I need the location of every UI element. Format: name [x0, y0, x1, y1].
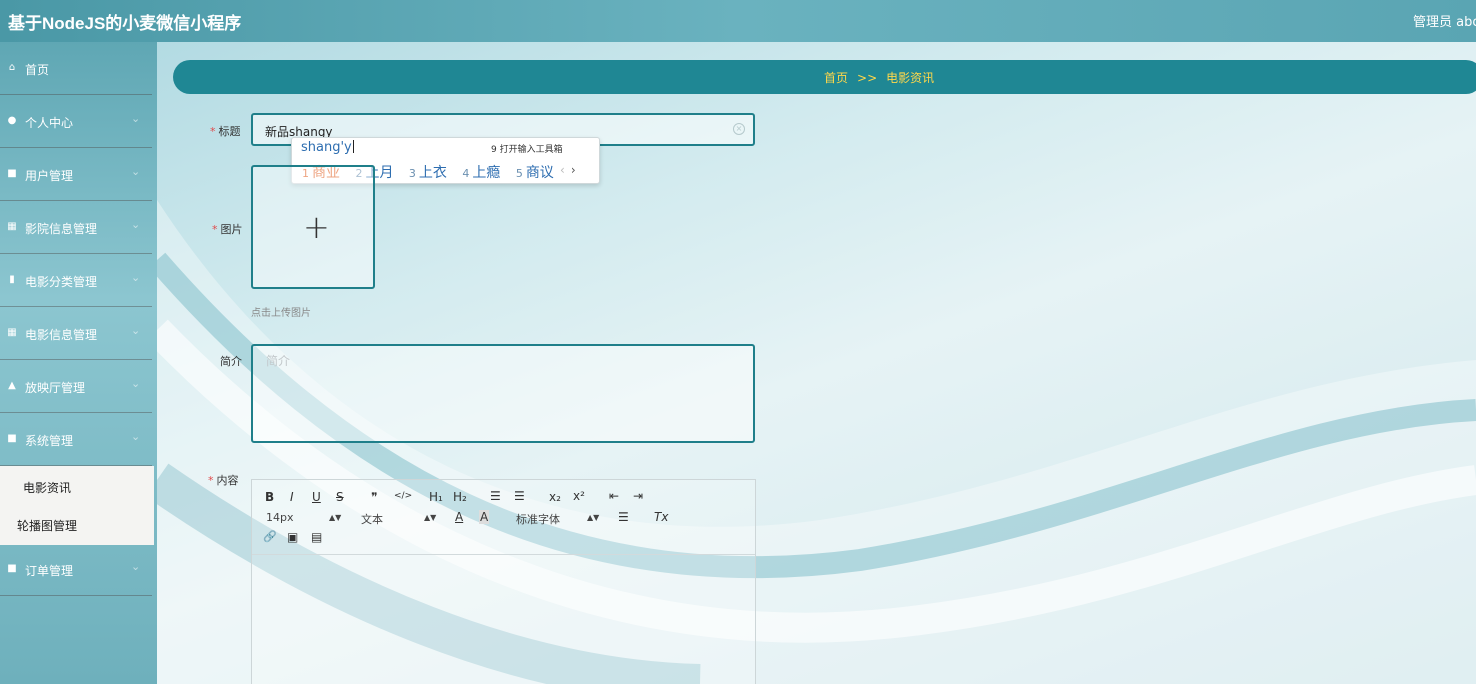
rich-text-editor: B I U S ❞ </> H₁ H₂ ☰ ☰ x₂ x² ⇤ ⇥ 14px ▲▼… — [251, 479, 756, 684]
chevron-down-icon: ⌄ — [131, 560, 141, 573]
italic-button[interactable]: I — [290, 490, 294, 504]
user-icon: ● — [7, 115, 17, 126]
sidebar-item-movie-info[interactable]: ▦ 电影信息管理 ⌄ — [0, 307, 152, 360]
chevron-down-icon: ⌄ — [131, 218, 141, 231]
intro-label: 简介 — [220, 355, 242, 368]
required-mark: * — [208, 474, 214, 487]
align-icon[interactable]: ☰ — [618, 510, 629, 524]
code-block-icon[interactable]: </> — [394, 491, 412, 501]
sidebar-item-label: 首页 — [25, 63, 50, 77]
sidebar-item-order-management[interactable]: ■ 订单管理 ⌄ — [0, 543, 152, 596]
sidebar-item-system-management[interactable]: ■ 系统管理 ⌄ — [0, 413, 152, 466]
sidebar-item-user-management[interactable]: ■ 用户管理 ⌄ — [0, 148, 152, 201]
grid-icon: ▦ — [7, 221, 17, 232]
font-size-select[interactable]: 14px ▲▼ — [266, 511, 341, 524]
breadcrumb-home[interactable]: 首页 — [824, 71, 848, 85]
chevron-down-icon: ⌄ — [131, 324, 141, 337]
bold-button[interactable]: B — [265, 490, 274, 504]
home-icon: ⌂ — [8, 62, 16, 73]
font-family-select[interactable]: 标准字体 ▲▼ — [516, 511, 599, 527]
content-label: * 内容 — [208, 474, 239, 487]
breadcrumb-separator: >> — [857, 71, 878, 85]
grid-icon: ▦ — [7, 327, 17, 338]
submenu-item-carousel[interactable]: 轮播图管理 — [17, 517, 77, 534]
clipboard-icon: ■ — [7, 433, 17, 444]
sidebar-item-cinema-info[interactable]: ▦ 影院信息管理 ⌄ — [0, 201, 152, 254]
sidebar-item-label: 系统管理 — [25, 434, 74, 448]
order-icon: ■ — [7, 563, 17, 574]
user-manage-icon: ■ — [7, 168, 17, 179]
ime-candidate[interactable]: 4 上瘾 — [462, 162, 500, 182]
sidebar-item-home[interactable]: ⌂ 首页 — [0, 42, 152, 95]
header1-button[interactable]: H₁ — [429, 490, 443, 504]
indent-icon[interactable]: ⇥ — [633, 489, 643, 503]
upload-hint: 点击上传图片 — [251, 308, 311, 319]
link-icon[interactable]: 🔗 — [263, 530, 277, 543]
sidebar-item-personal-center[interactable]: ● 个人中心 ⌄ — [0, 95, 152, 148]
sidebar-item-label: 电影分类管理 — [25, 275, 98, 289]
top-bar: 基于NodeJS的小麦微信小程序 管理员 abo — [0, 0, 1476, 42]
image-uploader[interactable]: + — [251, 165, 375, 289]
ime-next-icon[interactable]: › — [571, 163, 576, 177]
image-icon[interactable]: ▣ — [287, 530, 298, 544]
thumbs-up-icon: ▲ — [8, 380, 16, 391]
intro-textarea[interactable]: 简介 — [251, 344, 755, 443]
sidebar-item-label: 用户管理 — [25, 169, 74, 183]
sidebar-item-label: 电影信息管理 — [25, 328, 98, 342]
bullet-list-icon[interactable]: ☰ — [514, 489, 525, 503]
sidebar-item-hall-management[interactable]: ▲ 放映厅管理 ⌄ — [0, 360, 152, 413]
breadcrumb-current: 电影资讯 — [886, 71, 935, 85]
title-label: * 标题 — [210, 125, 241, 138]
clean-format-icon[interactable]: Tx — [654, 510, 668, 524]
ime-candidate[interactable]: 5 商议 — [516, 162, 554, 182]
ime-page-nav: ‹ › — [560, 163, 576, 177]
required-mark: * — [212, 223, 218, 236]
ime-prev-icon[interactable]: ‹ — [560, 163, 565, 177]
chevron-down-icon: ⌄ — [131, 165, 141, 178]
video-icon[interactable]: ▤ — [311, 530, 322, 544]
chevron-down-icon: ⌄ — [131, 112, 141, 125]
sidebar-item-label: 影院信息管理 — [25, 222, 98, 236]
font-color-icon[interactable]: A — [455, 510, 463, 524]
clear-icon[interactable]: × — [733, 123, 745, 135]
header2-button[interactable]: H₂ — [453, 490, 467, 504]
chevron-down-icon: ⌄ — [131, 377, 141, 390]
ime-composition: shang'y — [301, 140, 354, 155]
ime-candidate[interactable]: 3 上衣 — [409, 162, 447, 182]
paragraph-select[interactable]: 文本 ▲▼ — [361, 511, 436, 527]
subscript-button[interactable]: x₂ — [549, 490, 561, 504]
app-title: 基于NodeJS的小麦微信小程序 — [8, 14, 242, 33]
outdent-icon[interactable]: ⇤ — [609, 489, 619, 503]
chevron-down-icon: ⌄ — [131, 271, 141, 284]
editor-toolbar: B I U S ❞ </> H₁ H₂ ☰ ☰ x₂ x² ⇤ ⇥ 14px ▲▼… — [252, 480, 755, 555]
background-color-icon[interactable]: A — [479, 510, 490, 524]
sidebar-item-label: 订单管理 — [25, 564, 74, 578]
admin-user[interactable]: 管理员 abo — [1413, 11, 1476, 30]
intro-placeholder: 简介 — [266, 354, 291, 368]
submenu-item-movie-news[interactable]: 电影资讯 — [23, 479, 71, 496]
sidebar: ⌂ 首页 ● 个人中心 ⌄ ■ 用户管理 ⌄ ▦ 影院信息管理 ⌄ ▮ 电影分类… — [0, 42, 157, 684]
bar-chart-icon: ▮ — [9, 274, 15, 285]
strike-button[interactable]: S — [336, 490, 344, 504]
superscript-button[interactable]: x² — [573, 489, 585, 503]
underline-button[interactable]: U — [312, 490, 321, 504]
ime-toolbox-link[interactable]: 9 打开输入工具箱 — [491, 142, 563, 155]
image-label: * 图片 — [212, 223, 243, 236]
sidebar-item-movie-category[interactable]: ▮ 电影分类管理 ⌄ — [0, 254, 152, 307]
blockquote-icon[interactable]: ❞ — [371, 490, 377, 504]
system-submenu: 电影资讯 轮播图管理 — [0, 466, 154, 545]
ordered-list-icon[interactable]: ☰ — [490, 489, 501, 503]
required-mark: * — [210, 125, 216, 138]
breadcrumb: 首页 >> 电影资讯 — [173, 60, 1476, 94]
sidebar-item-label: 放映厅管理 — [25, 381, 86, 395]
plus-icon: + — [303, 208, 330, 246]
chevron-up-icon: ⌄ — [131, 430, 141, 443]
sidebar-item-label: 个人中心 — [25, 116, 74, 130]
